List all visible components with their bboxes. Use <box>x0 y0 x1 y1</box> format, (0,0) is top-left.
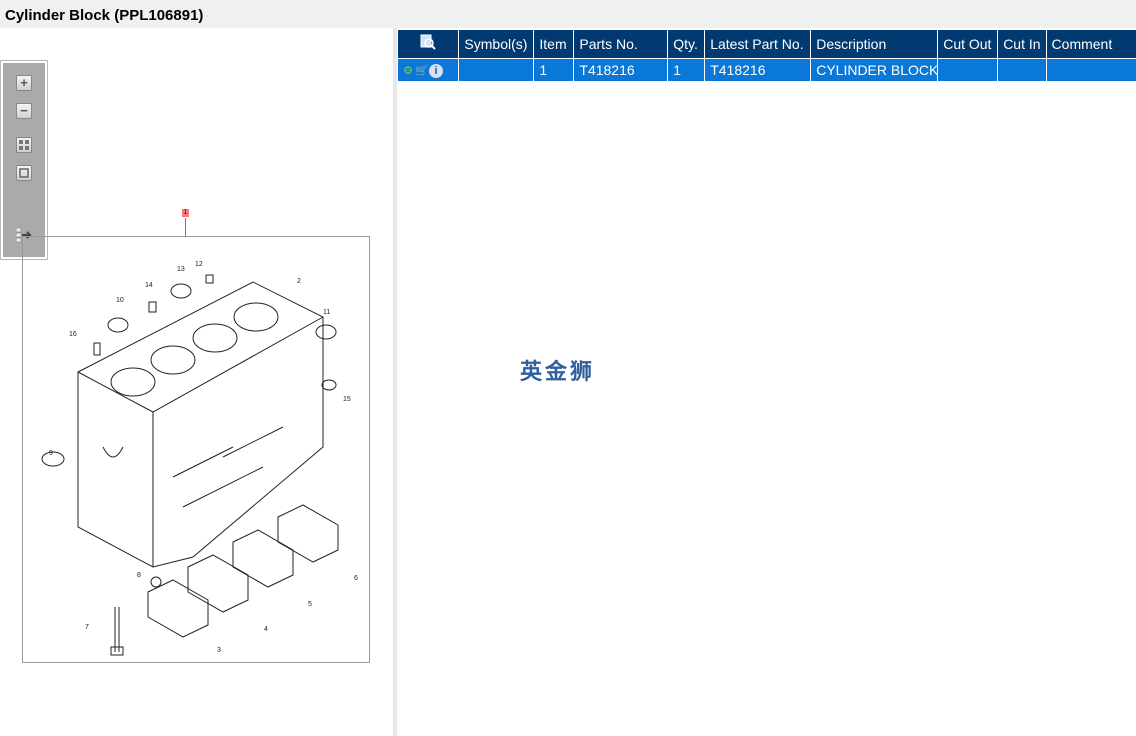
info-icon[interactable]: i <box>429 63 443 78</box>
callout-12: 12 <box>195 261 203 268</box>
watermark: 英金狮 <box>520 359 596 384</box>
header-description[interactable]: Description <box>810 30 939 58</box>
header-parts-no[interactable]: Parts No. <box>573 30 669 58</box>
cell-cut-in <box>997 57 1047 81</box>
magnifier-icon <box>420 34 436 50</box>
parts-table: Symbol(s) Item Parts No. Qty. Latest Par… <box>398 30 1136 81</box>
minus-icon: − <box>20 103 28 118</box>
search-column-header[interactable] <box>398 30 460 58</box>
callout-13: 13 <box>177 266 185 273</box>
table-header: Symbol(s) Item Parts No. Qty. Latest Par… <box>398 30 1136 58</box>
cell-item: 1 <box>533 57 575 81</box>
callout-9: 9 <box>49 450 53 457</box>
diagram-toolbar: + − <box>0 60 48 260</box>
leader-line <box>185 218 186 236</box>
cell-cut-out <box>937 57 999 81</box>
cart-icon[interactable]: 🛒 <box>415 64 429 78</box>
callout-16: 16 <box>69 331 77 338</box>
header-symbols[interactable]: Symbol(s) <box>458 30 535 58</box>
parts-list-panel: Symbol(s) Item Parts No. Qty. Latest Par… <box>397 28 1136 736</box>
callout-7: 7 <box>85 624 89 631</box>
page-title: Cylinder Block (PPL106891) <box>5 7 204 24</box>
grid-icon <box>19 140 29 150</box>
cell-symbols <box>458 57 535 81</box>
callout-4: 4 <box>264 626 268 633</box>
fit-all-button[interactable] <box>16 137 32 153</box>
link-parts-icon[interactable]: ⚙ <box>401 64 415 78</box>
callout-14: 14 <box>145 282 153 289</box>
header-item[interactable]: Item <box>533 30 575 58</box>
zoom-in-button[interactable]: + <box>16 75 32 91</box>
header-cut-out[interactable]: Cut Out <box>937 30 999 58</box>
callout-5: 5 <box>308 601 312 608</box>
table-row[interactable]: ⚙ 🛒 i 1 T418216 1 T418216 CYLINDER BLOCK A <box>398 57 1136 81</box>
cell-qty: 1 <box>667 57 706 81</box>
callout-3: 3 <box>217 647 221 654</box>
cell-latest-part-no: T418216 <box>704 57 812 81</box>
cell-parts-no: T418216 <box>573 57 669 81</box>
callout-marker-1[interactable]: 1 <box>182 209 189 217</box>
callout-8: 8 <box>137 572 141 579</box>
header-cut-in[interactable]: Cut In <box>997 30 1047 58</box>
callout-2: 2 <box>297 278 301 285</box>
header-latest-part-no[interactable]: Latest Part No. <box>704 30 812 58</box>
header-qty[interactable]: Qty. <box>667 30 706 58</box>
callout-11: 11 <box>323 309 330 316</box>
actual-size-button[interactable] <box>16 165 32 181</box>
header-comment[interactable]: Comment <box>1046 30 1136 58</box>
zoom-out-button[interactable]: − <box>16 103 32 119</box>
exploded-diagram: 2 3 4 5 6 7 8 9 10 11 12 13 14 15 16 <box>22 236 370 663</box>
square-icon <box>19 168 29 178</box>
plus-icon: + <box>20 75 28 90</box>
callout-6: 6 <box>354 575 358 582</box>
cylinder-block-drawing: 2 3 4 5 6 7 8 9 10 11 12 13 14 15 16 <box>41 261 358 656</box>
cell-comment <box>1046 57 1136 81</box>
cell-description: CYLINDER BLOCK A <box>810 57 939 81</box>
callout-10: 10 <box>116 297 124 304</box>
callout-15: 15 <box>343 396 351 403</box>
